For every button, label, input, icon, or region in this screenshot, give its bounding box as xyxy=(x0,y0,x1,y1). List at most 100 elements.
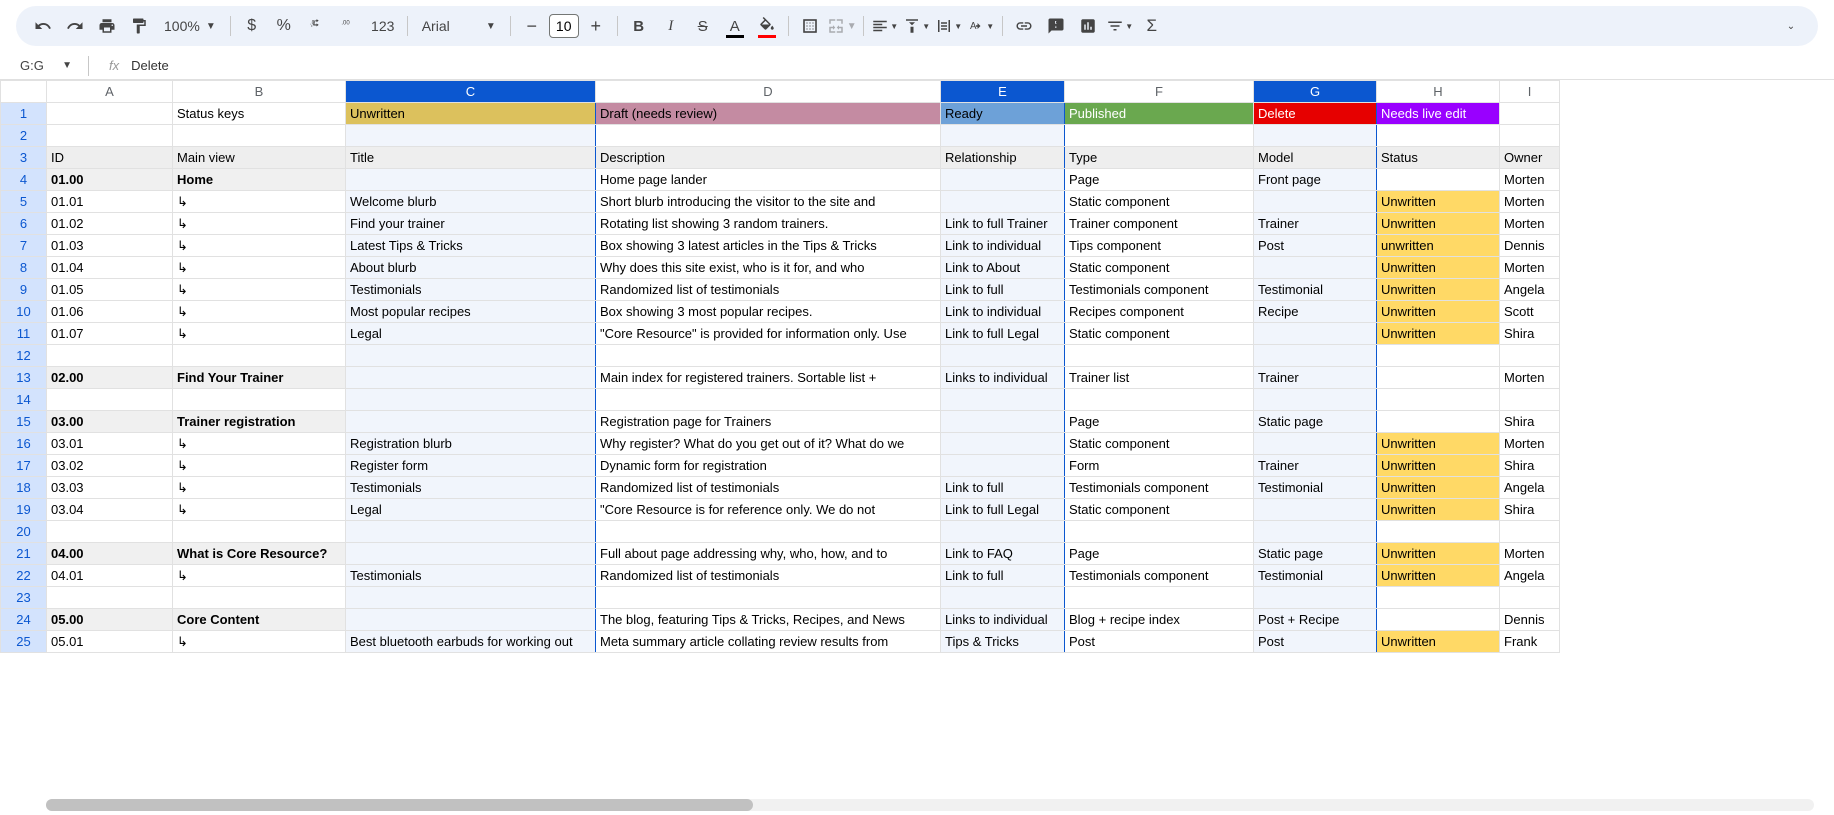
formula-input[interactable]: Delete xyxy=(131,58,169,73)
cell[interactable]: ↳ xyxy=(173,455,346,477)
cell[interactable]: Link to full xyxy=(941,477,1065,499)
cell[interactable]: Randomized list of testimonials xyxy=(596,477,941,499)
cell[interactable]: What is Core Resource? xyxy=(173,543,346,565)
cell[interactable] xyxy=(1377,125,1500,147)
cell[interactable]: Owner xyxy=(1500,147,1560,169)
cell[interactable]: ↳ xyxy=(173,191,346,213)
cell[interactable]: 03.01 xyxy=(47,433,173,455)
cell[interactable]: Meta summary article collating review re… xyxy=(596,631,941,653)
cell[interactable]: Static page xyxy=(1254,543,1377,565)
cell[interactable]: Model xyxy=(1254,147,1377,169)
cell[interactable]: ID xyxy=(47,147,173,169)
cell[interactable]: 05.01 xyxy=(47,631,173,653)
cell[interactable] xyxy=(346,609,596,631)
cell[interactable] xyxy=(596,587,941,609)
row-header-21[interactable]: 21 xyxy=(1,543,47,565)
cell[interactable]: Most popular recipes xyxy=(346,301,596,323)
cell[interactable] xyxy=(173,521,346,543)
cell[interactable] xyxy=(47,103,173,125)
cell[interactable] xyxy=(47,521,173,543)
cell[interactable] xyxy=(1500,103,1560,125)
cell[interactable] xyxy=(346,587,596,609)
cell[interactable]: Unwritten xyxy=(1377,499,1500,521)
more-formats-button[interactable]: 123 xyxy=(365,12,401,40)
cell[interactable]: unwritten xyxy=(1377,235,1500,257)
cell[interactable]: Randomized list of testimonials xyxy=(596,565,941,587)
decrease-decimal-button[interactable]: .0 xyxy=(301,12,331,40)
merge-cells-button[interactable]: ▼ xyxy=(827,12,857,40)
cell[interactable]: Trainer registration xyxy=(173,411,346,433)
cell[interactable]: 01.07 xyxy=(47,323,173,345)
text-wrap-button[interactable]: ▼ xyxy=(934,12,964,40)
cell[interactable] xyxy=(941,521,1065,543)
increase-font-button[interactable]: + xyxy=(581,12,611,40)
cell[interactable] xyxy=(346,345,596,367)
cell[interactable] xyxy=(596,345,941,367)
row-header-23[interactable]: 23 xyxy=(1,587,47,609)
cell[interactable]: Links to individual xyxy=(941,367,1065,389)
cell[interactable]: Page xyxy=(1065,169,1254,191)
cell[interactable]: Unwritten xyxy=(1377,433,1500,455)
cell[interactable]: 03.02 xyxy=(47,455,173,477)
row-header-2[interactable]: 2 xyxy=(1,125,47,147)
cell[interactable]: Trainer component xyxy=(1065,213,1254,235)
print-button[interactable] xyxy=(92,12,122,40)
cell[interactable]: Morten xyxy=(1500,169,1560,191)
cell[interactable] xyxy=(941,411,1065,433)
cell[interactable] xyxy=(1254,125,1377,147)
increase-decimal-button[interactable]: .00 xyxy=(333,12,363,40)
cell[interactable]: Morten xyxy=(1500,191,1560,213)
cell[interactable]: Angela xyxy=(1500,279,1560,301)
cell[interactable]: 03.03 xyxy=(47,477,173,499)
row-header-16[interactable]: 16 xyxy=(1,433,47,455)
cell[interactable] xyxy=(346,125,596,147)
cell[interactable]: Trainer list xyxy=(1065,367,1254,389)
functions-button[interactable]: Σ xyxy=(1137,12,1167,40)
toolbar-more-button[interactable]: ⌄ xyxy=(1776,12,1806,40)
cell[interactable]: Post + Recipe xyxy=(1254,609,1377,631)
cell[interactable] xyxy=(173,345,346,367)
cell[interactable]: Best bluetooth earbuds for working out xyxy=(346,631,596,653)
row-header-19[interactable]: 19 xyxy=(1,499,47,521)
row-header-22[interactable]: 22 xyxy=(1,565,47,587)
cell[interactable]: Trainer xyxy=(1254,367,1377,389)
row-header-13[interactable]: 13 xyxy=(1,367,47,389)
row-header-17[interactable]: 17 xyxy=(1,455,47,477)
cell[interactable]: Testimonial xyxy=(1254,279,1377,301)
cell[interactable]: Dennis xyxy=(1500,235,1560,257)
cell[interactable] xyxy=(941,433,1065,455)
paint-format-button[interactable] xyxy=(124,12,154,40)
percent-button[interactable]: % xyxy=(269,12,299,40)
name-box[interactable]: G:G▼ xyxy=(16,56,76,75)
cell[interactable]: About blurb xyxy=(346,257,596,279)
cell[interactable] xyxy=(1065,587,1254,609)
cell[interactable] xyxy=(941,345,1065,367)
row-header-20[interactable]: 20 xyxy=(1,521,47,543)
col-header-I[interactable]: I xyxy=(1500,81,1560,103)
cell[interactable]: Testimonials xyxy=(346,477,596,499)
cell[interactable]: Morten xyxy=(1500,367,1560,389)
cell[interactable]: Why does this site exist, who is it for,… xyxy=(596,257,941,279)
cell[interactable] xyxy=(1377,367,1500,389)
cell[interactable] xyxy=(173,125,346,147)
cell[interactable]: Status keys xyxy=(173,103,346,125)
row-header-25[interactable]: 25 xyxy=(1,631,47,653)
cell[interactable]: 01.02 xyxy=(47,213,173,235)
cell[interactable]: Angela xyxy=(1500,565,1560,587)
cell[interactable] xyxy=(941,191,1065,213)
cell[interactable]: Register form xyxy=(346,455,596,477)
row-header-15[interactable]: 15 xyxy=(1,411,47,433)
cell[interactable] xyxy=(1065,125,1254,147)
font-size-input[interactable] xyxy=(549,14,579,38)
cell[interactable]: Find your trainer xyxy=(346,213,596,235)
cell[interactable]: Box showing 3 latest articles in the Tip… xyxy=(596,235,941,257)
cell[interactable]: Link to full Legal xyxy=(941,499,1065,521)
cell[interactable]: Testimonials xyxy=(346,279,596,301)
cell[interactable]: Unwritten xyxy=(1377,323,1500,345)
cell[interactable] xyxy=(1500,389,1560,411)
cell[interactable]: Morten xyxy=(1500,213,1560,235)
cell[interactable]: Home xyxy=(173,169,346,191)
cell[interactable]: Unwritten xyxy=(1377,565,1500,587)
cell[interactable]: ↳ xyxy=(173,433,346,455)
cell[interactable]: Tips component xyxy=(1065,235,1254,257)
